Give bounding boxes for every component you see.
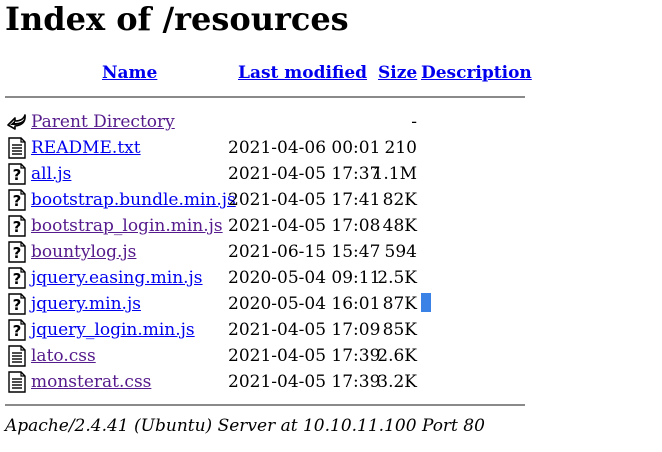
file-size: 85K (382, 320, 417, 340)
file-row: ? jquery.easing.min.js 2020-05-04 09:11 2.5… (0, 265, 662, 291)
file-size: 82K (382, 190, 417, 210)
file-link[interactable]: README.txt (31, 138, 141, 158)
file-date: 2021-04-05 17:39 (228, 346, 381, 366)
text-file-icon (8, 137, 26, 159)
unknown-file-icon: ? (8, 293, 26, 315)
file-row: lato.css 2021-04-05 17:39 2.6K (0, 343, 662, 369)
svg-text:?: ? (13, 192, 22, 210)
file-link[interactable]: monsterat.css (31, 372, 151, 392)
file-row: ? jquery.min.js 2020-05-04 16:01 87K (0, 291, 662, 317)
back-arrow-icon (7, 114, 26, 130)
text-cursor-highlight (421, 293, 431, 312)
file-link[interactable]: lato.css (31, 346, 96, 366)
file-row: ? bountylog.js 2021-06-15 15:47 594 (0, 239, 662, 265)
svg-text:?: ? (13, 270, 22, 288)
file-date: 2021-04-05 17:37 (228, 164, 381, 184)
file-row: ? bootstrap.bundle.min.js 2021-04-05 17:41… (0, 187, 662, 213)
file-date: 2021-04-06 00:01 (228, 138, 381, 158)
parent-directory-link[interactable]: Parent Directory (31, 112, 175, 132)
file-row: ? all.js 2021-04-05 17:37 1.1M (0, 161, 662, 187)
file-link[interactable]: jquery.min.js (31, 294, 141, 314)
header-divider (5, 96, 525, 98)
file-size: 594 (384, 242, 417, 262)
file-date: 2021-04-05 17:39 (228, 372, 381, 392)
svg-text:?: ? (13, 244, 22, 262)
sort-by-name-link[interactable]: Name (102, 63, 157, 83)
file-row: monsterat.css 2021-04-05 17:39 3.2K (0, 369, 662, 395)
file-date: 2021-04-05 17:41 (228, 190, 381, 210)
file-link[interactable]: bootstrap.bundle.min.js (31, 190, 236, 210)
file-link[interactable]: bootstrap_login.min.js (31, 216, 223, 236)
sort-by-last-modified-link[interactable]: Last modified (238, 63, 367, 83)
text-file-icon (8, 345, 26, 367)
file-row: README.txt 2021-04-06 00:01 210 (0, 135, 662, 161)
sort-by-size-link[interactable]: Size (378, 63, 417, 83)
file-size: 87K (382, 294, 417, 314)
file-date: 2021-06-15 15:47 (228, 242, 381, 262)
file-size: 48K (382, 216, 417, 236)
svg-text:?: ? (13, 218, 22, 236)
unknown-file-icon: ? (8, 319, 26, 341)
svg-text:?: ? (13, 296, 22, 314)
unknown-file-icon: ? (8, 163, 26, 185)
page-title: Index of /resources (5, 0, 349, 38)
sort-by-description-link[interactable]: Description (421, 63, 532, 83)
text-file-icon (8, 371, 26, 393)
file-date: 2020-05-04 09:11 (228, 268, 381, 288)
file-row: ? bootstrap_login.min.js 2021-04-05 17:08 4… (0, 213, 662, 239)
svg-text:?: ? (13, 166, 22, 184)
file-link[interactable]: jquery.easing.min.js (31, 268, 203, 288)
unknown-file-icon: ? (8, 189, 26, 211)
file-link[interactable]: all.js (31, 164, 71, 184)
file-link[interactable]: jquery_login.min.js (31, 320, 195, 340)
parent-size: - (411, 112, 417, 132)
file-row: ? jquery_login.min.js 2021-04-05 17:09 85K (0, 317, 662, 343)
unknown-file-icon: ? (8, 241, 26, 263)
file-link[interactable]: bountylog.js (31, 242, 136, 262)
file-size: 1.1M (372, 164, 417, 184)
unknown-file-icon: ? (8, 215, 26, 237)
parent-directory-row: Parent Directory - (0, 109, 662, 135)
server-signature: Apache/2.4.41 (Ubuntu) Server at 10.10.1… (5, 416, 485, 436)
unknown-file-icon: ? (8, 267, 26, 289)
file-size: 2.5K (377, 268, 417, 288)
file-size: 2.6K (377, 346, 417, 366)
svg-text:?: ? (13, 322, 22, 340)
file-date: 2020-05-04 16:01 (228, 294, 381, 314)
footer-divider (5, 404, 525, 406)
file-date: 2021-04-05 17:08 (228, 216, 381, 236)
file-size: 3.2K (377, 372, 417, 392)
file-size: 210 (384, 138, 417, 158)
file-date: 2021-04-05 17:09 (228, 320, 381, 340)
